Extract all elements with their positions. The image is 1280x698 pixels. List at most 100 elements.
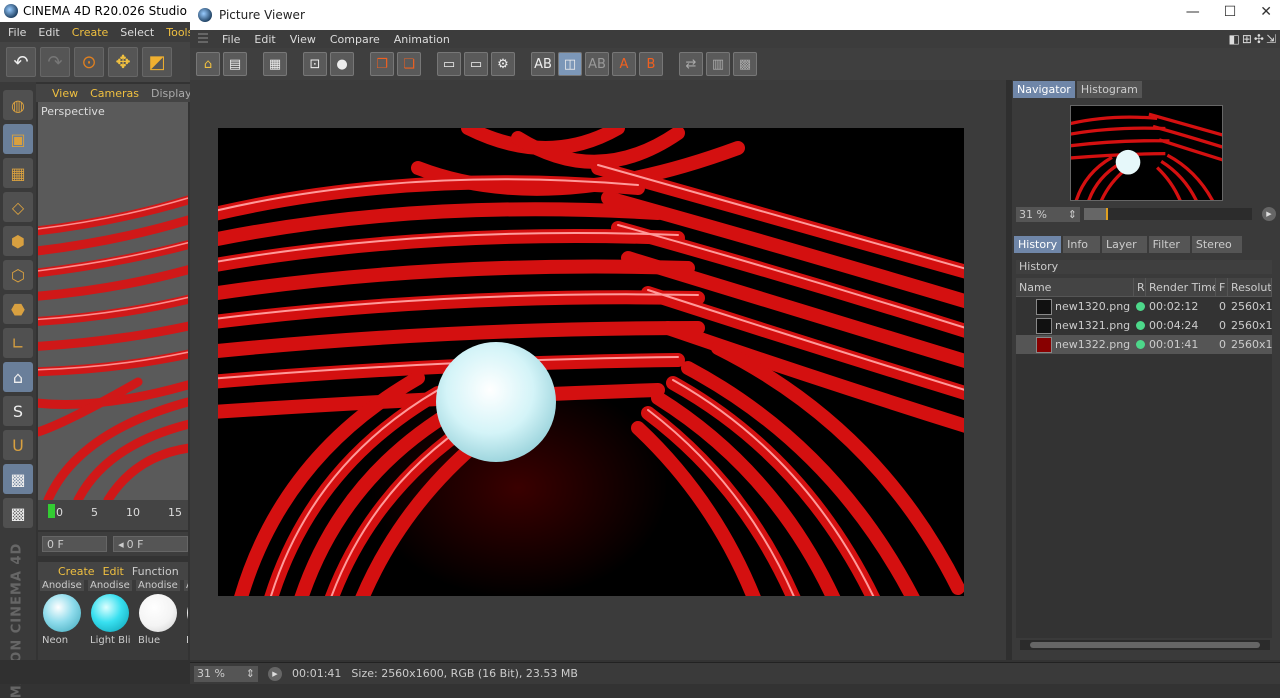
- col-name[interactable]: Name: [1016, 278, 1134, 297]
- col-resolution[interactable]: Resolution: [1228, 278, 1272, 297]
- viewport-canvas[interactable]: Perspective: [38, 102, 188, 500]
- paste-image-icon[interactable]: ❏: [397, 52, 421, 76]
- material-manager-header: Create Edit Function: [38, 562, 188, 580]
- play-icon[interactable]: ▶: [1262, 207, 1276, 221]
- viewport-menu-cameras[interactable]: Cameras: [90, 87, 139, 100]
- compare-mode-icon[interactable]: AB: [585, 52, 609, 76]
- render-view-icon[interactable]: ▭: [437, 52, 461, 76]
- compare-ab-icon[interactable]: AB: [531, 52, 555, 76]
- current-frame-field[interactable]: ◂ 0 F: [113, 536, 188, 552]
- slider-handle[interactable]: [1084, 208, 1108, 220]
- swap-ab-icon[interactable]: ⇄: [679, 52, 703, 76]
- tab-navigator[interactable]: Navigator: [1013, 81, 1075, 98]
- pv-menu-edit[interactable]: Edit: [254, 33, 275, 46]
- lock-workplane-icon[interactable]: ▩: [3, 464, 33, 494]
- timeline[interactable]: 0 5 10 15: [38, 500, 188, 530]
- layout-grid-icon[interactable]: ⊞: [1242, 32, 1252, 46]
- tab-histogram[interactable]: Histogram: [1076, 81, 1142, 98]
- material-swatch[interactable]: Anodise Blue: [136, 580, 180, 660]
- tab-layer[interactable]: Layer: [1101, 236, 1147, 253]
- close-icon[interactable]: ✕: [1260, 4, 1272, 20]
- scrollbar-thumb[interactable]: [1030, 642, 1260, 648]
- copy-image-icon[interactable]: ❐: [370, 52, 394, 76]
- render-active-icon[interactable]: ▭: [464, 52, 488, 76]
- navigator-zoom-field[interactable]: 31 % ⇕: [1016, 206, 1080, 222]
- magnet-icon[interactable]: U: [3, 430, 33, 460]
- play-icon[interactable]: ▶: [268, 666, 282, 681]
- globe-icon[interactable]: ◍: [3, 90, 33, 120]
- pv-menu-view[interactable]: View: [290, 33, 316, 46]
- start-frame-field[interactable]: 0 F: [42, 536, 108, 552]
- move-tool-button[interactable]: ✥: [108, 47, 138, 77]
- material-swatch[interactable]: An Bl: [184, 580, 188, 660]
- material-swatch[interactable]: Anodise Neon: [40, 580, 84, 660]
- material-label: Blue: [138, 635, 161, 646]
- redo-button[interactable]: ↷: [40, 47, 70, 77]
- c4d-menu-create[interactable]: Create: [72, 26, 109, 39]
- table-row[interactable]: new1322.png 00:01:41 0 2560x1600: [1016, 335, 1272, 354]
- mix-icon[interactable]: ▩: [733, 52, 757, 76]
- material-swatch[interactable]: Anodise Light Bli: [88, 580, 132, 660]
- difference-icon[interactable]: ▥: [706, 52, 730, 76]
- layout-arrange-icon[interactable]: ⇲: [1266, 32, 1276, 46]
- tab-info[interactable]: Info: [1063, 236, 1100, 253]
- timeline-playhead[interactable]: [48, 504, 55, 518]
- navigator-thumbnail[interactable]: [1070, 105, 1223, 201]
- polygons-mode-icon[interactable]: ⬣: [3, 294, 33, 324]
- render-object-icon[interactable]: ●: [330, 52, 354, 76]
- set-a-icon[interactable]: A: [612, 52, 636, 76]
- scale-tool-button[interactable]: ◩: [142, 47, 172, 77]
- snap-icon[interactable]: S: [3, 396, 33, 426]
- tab-filter[interactable]: Filter: [1148, 236, 1190, 253]
- material-name: Anodise: [88, 580, 132, 591]
- layout-panel-icon[interactable]: ◧: [1228, 32, 1239, 46]
- points-mode-icon[interactable]: ⬢: [3, 226, 33, 256]
- viewport-menu-view[interactable]: View: [52, 87, 78, 100]
- table-row[interactable]: new1320.png 00:02:12 0 2560x1600: [1016, 297, 1272, 316]
- status-zoom-field[interactable]: 31 % ⇕: [194, 665, 258, 682]
- c4d-menu-edit[interactable]: Edit: [38, 26, 59, 39]
- mouse-icon[interactable]: ⌂: [3, 362, 33, 392]
- grid-icon[interactable]: ▩: [3, 498, 33, 528]
- material-menu-function[interactable]: Function: [132, 565, 179, 578]
- save-icon[interactable]: ▤: [223, 52, 247, 76]
- pv-menu-animation[interactable]: Animation: [394, 33, 450, 46]
- undo-button[interactable]: ↶: [6, 47, 36, 77]
- col-r[interactable]: R: [1134, 278, 1146, 297]
- texture-mode-icon[interactable]: ▦: [3, 158, 33, 188]
- col-render-time[interactable]: Render Time: [1146, 278, 1216, 297]
- c4d-menu-tools[interactable]: Tools: [166, 26, 190, 39]
- viewport-camera-label: Perspective: [41, 105, 105, 118]
- table-row[interactable]: new1321.png 00:04:24 0 2560x1600: [1016, 316, 1272, 335]
- material-name: An: [184, 580, 188, 591]
- pv-menu-file[interactable]: File: [222, 33, 240, 46]
- edges-mode-icon[interactable]: ⬡: [3, 260, 33, 290]
- viewport-menu-display[interactable]: Display: [151, 87, 190, 100]
- c4d-menu-select[interactable]: Select: [120, 26, 154, 39]
- maximize-icon[interactable]: ☐: [1224, 4, 1237, 20]
- minimize-icon[interactable]: —: [1186, 4, 1200, 20]
- pv-menu-compare[interactable]: Compare: [330, 33, 380, 46]
- axis-icon[interactable]: ∟: [3, 328, 33, 358]
- rendered-image[interactable]: [218, 128, 964, 596]
- viewport-header: View Cameras Display: [36, 84, 190, 102]
- open-folder-icon[interactable]: ⌂: [196, 52, 220, 76]
- select-tool-button[interactable]: ⊙: [74, 47, 104, 77]
- set-b-icon[interactable]: B: [639, 52, 663, 76]
- col-f[interactable]: F: [1216, 278, 1228, 297]
- tab-history[interactable]: History: [1014, 236, 1062, 253]
- grid-overlay-icon[interactable]: ▦: [263, 52, 287, 76]
- c4d-menu-file[interactable]: File: [8, 26, 26, 39]
- render-settings-icon[interactable]: ⚙: [491, 52, 515, 76]
- model-mode-icon[interactable]: ▣: [3, 124, 33, 154]
- compare-split-icon[interactable]: ◫: [558, 52, 582, 76]
- history-scrollbar[interactable]: [1020, 640, 1270, 650]
- layout-move-icon[interactable]: ✣: [1254, 32, 1264, 46]
- workplane-icon[interactable]: ◇: [3, 192, 33, 222]
- render-region-icon[interactable]: ⊡: [303, 52, 327, 76]
- material-menu-edit[interactable]: Edit: [103, 565, 124, 578]
- tab-stereo[interactable]: Stereo: [1191, 236, 1242, 253]
- navigator-zoom-slider[interactable]: [1084, 208, 1252, 220]
- pv-toolbar: ⌂ ▤ ▦ ⊡ ● ❐ ❏ ▭ ▭ ⚙ AB ◫ AB A B ⇄ ▥ ▩: [190, 48, 1280, 80]
- material-menu-create[interactable]: Create: [58, 565, 95, 578]
